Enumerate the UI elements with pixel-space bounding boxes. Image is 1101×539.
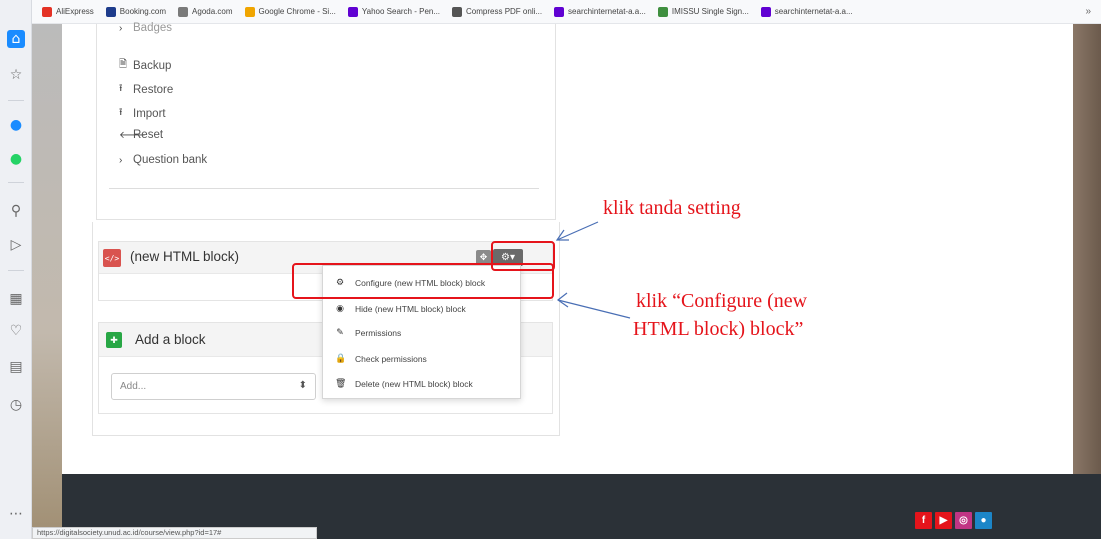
annotation-arrows — [555, 221, 631, 319]
instagram-icon[interactable]: ◎ — [955, 512, 972, 529]
youtube-icon[interactable]: ▶ — [935, 512, 952, 529]
status-bar-url: https://digitalsociety.unud.ac.id/course… — [32, 527, 317, 539]
annotation-setting: klik tanda setting — [603, 197, 741, 219]
other-icon[interactable]: ● — [975, 512, 992, 529]
facebook-icon[interactable]: f — [915, 512, 932, 529]
annotation-configure-line2: HTML block) block” — [633, 318, 804, 340]
annotation-configure-line1: klik “Configure (new — [636, 290, 808, 312]
arrow-line-configure — [557, 299, 631, 319]
social-links: f ▶ ◎ ● — [915, 512, 995, 529]
